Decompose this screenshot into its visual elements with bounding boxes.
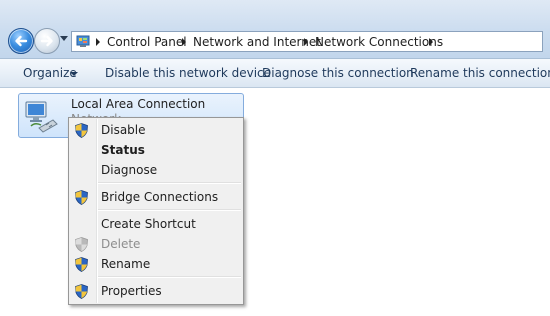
rename-connection-button[interactable]: Rename this connection xyxy=(410,66,550,80)
menu-item-delete: Delete xyxy=(69,234,243,254)
menu-item-rename[interactable]: Rename xyxy=(69,254,243,274)
menu-item-create-shortcut[interactable]: Create Shortcut xyxy=(69,214,243,234)
menu-item-disable[interactable]: Disable xyxy=(69,120,243,140)
menu-item-bridge-label: Bridge Connections xyxy=(101,190,219,204)
menu-separator xyxy=(98,276,241,278)
forward-arrow-icon xyxy=(40,35,53,47)
menu-item-diagnose-label: Diagnose xyxy=(101,163,158,177)
menu-separator xyxy=(98,209,241,211)
forward-button[interactable] xyxy=(34,28,60,54)
recent-pages-chevron-icon[interactable] xyxy=(60,36,68,41)
control-panel-icon xyxy=(76,35,90,47)
network-adapter-icon xyxy=(25,101,58,133)
breadcrumb-network-connections[interactable]: Network Connections xyxy=(315,35,443,49)
menu-item-diagnose[interactable]: Diagnose xyxy=(69,160,243,180)
menu-item-rename-label: Rename xyxy=(101,257,151,271)
disable-device-button[interactable]: Disable this network device xyxy=(105,66,271,80)
menu-item-disable-label: Disable xyxy=(101,123,146,137)
organize-button[interactable]: Organize xyxy=(23,66,77,80)
breadcrumb-separator-icon[interactable] xyxy=(182,38,186,46)
uac-shield-icon xyxy=(75,123,88,138)
menu-item-delete-label: Delete xyxy=(101,237,141,251)
menu-item-status-label: Status xyxy=(101,143,145,157)
breadcrumb-network-and-internet[interactable]: Network and Internet xyxy=(193,35,321,49)
menu-item-properties-label: Properties xyxy=(101,284,162,298)
context-menu: Disable Status Diagnose Bridge Connectio… xyxy=(68,117,244,305)
address-bar[interactable]: Control Panel Network and Internet Netwo… xyxy=(71,31,543,52)
organize-dropdown-icon[interactable] xyxy=(70,72,78,76)
breadcrumb-separator-icon[interactable] xyxy=(429,38,433,46)
back-arrow-icon xyxy=(15,35,28,47)
menu-item-properties[interactable]: Properties xyxy=(69,281,243,301)
uac-shield-icon xyxy=(75,257,88,272)
uac-shield-icon xyxy=(75,190,88,205)
menu-item-bridge-connections[interactable]: Bridge Connections xyxy=(69,187,243,207)
uac-shield-icon xyxy=(75,284,88,299)
breadcrumb-separator-icon[interactable] xyxy=(304,38,308,46)
uac-shield-disabled-icon xyxy=(75,237,88,252)
menu-separator xyxy=(98,182,241,184)
address-area: Control Panel Network and Internet Netwo… xyxy=(0,0,550,59)
command-bar: Organize Disable this network device Dia… xyxy=(0,59,550,88)
back-button[interactable] xyxy=(8,28,34,54)
breadcrumb-separator-icon[interactable] xyxy=(96,38,100,46)
connection-name: Local Area Connection xyxy=(71,97,206,111)
breadcrumb-control-panel[interactable]: Control Panel xyxy=(107,35,187,49)
diagnose-connection-button[interactable]: Diagnose this connection xyxy=(262,66,414,80)
menu-item-status[interactable]: Status xyxy=(69,140,243,160)
menu-item-shortcut-label: Create Shortcut xyxy=(101,217,196,231)
